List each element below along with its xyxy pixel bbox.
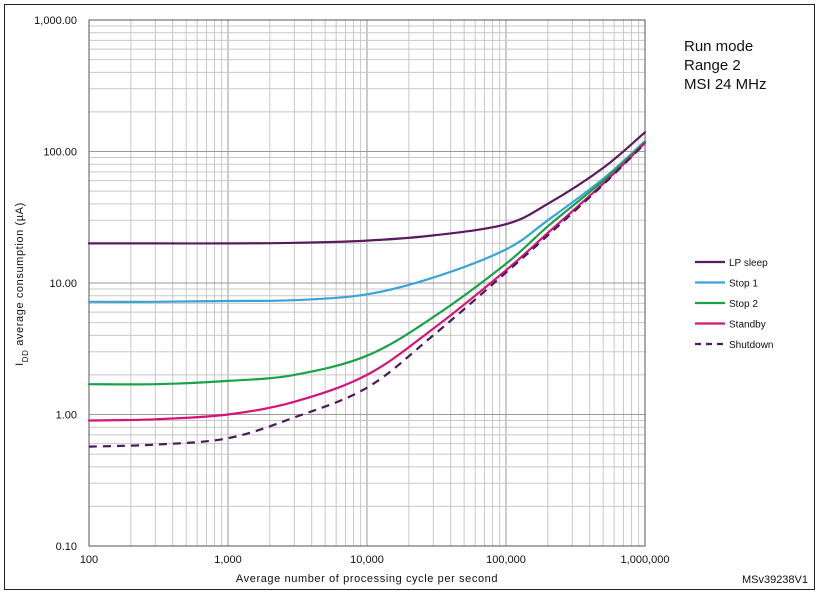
y-tick-label: 1,000.00 (34, 15, 77, 27)
y-tick-label: 0.10 (56, 541, 77, 553)
x-tick-label: 1,000 (214, 554, 242, 566)
note-run-mode: Run mode (684, 38, 753, 55)
legend-label-stop-2: Stop 2 (729, 299, 758, 310)
y-axis-label-sub: DD (21, 349, 30, 362)
legend-label-lp-sleep: LP sleep (729, 258, 768, 269)
figure-id: MSv39238V1 (742, 574, 808, 586)
x-tick-label: 10,000 (350, 554, 384, 566)
y-tick-label: 1.00 (56, 410, 77, 422)
grid (88, 19, 646, 547)
legend: LP sleep Stop 1 Stop 2 Standby Shutdown (695, 258, 773, 351)
x-tick-label: 1,000,000 (621, 554, 670, 566)
legend-label-shutdown: Shutdown (729, 340, 773, 351)
y-axis-label: IDD average consumption (µA) (14, 202, 30, 366)
note-msi: MSI 24 MHz (684, 76, 767, 93)
x-tick-labels: 100 1,000 10,000 100,000 1,000,000 (80, 554, 670, 566)
x-tick-label: 100,000 (486, 554, 526, 566)
legend-label-stop-1: Stop 1 (729, 279, 758, 290)
y-axis-label-rest: average consumption (µA) (14, 202, 26, 349)
x-axis-label: Average number of processing cycle per s… (236, 573, 498, 585)
y-tick-label: 10.00 (49, 278, 77, 290)
y-tick-label: 100.00 (43, 147, 77, 159)
x-tick-label: 100 (80, 554, 98, 566)
note-range: Range 2 (684, 57, 741, 74)
y-tick-labels: 0.10 1.00 10.00 100.00 1,000.00 (34, 15, 77, 553)
legend-label-standby: Standby (729, 320, 766, 331)
chart: 100 1,000 10,000 100,000 1,000,000 0.10 1.00 1… (14, 15, 808, 586)
